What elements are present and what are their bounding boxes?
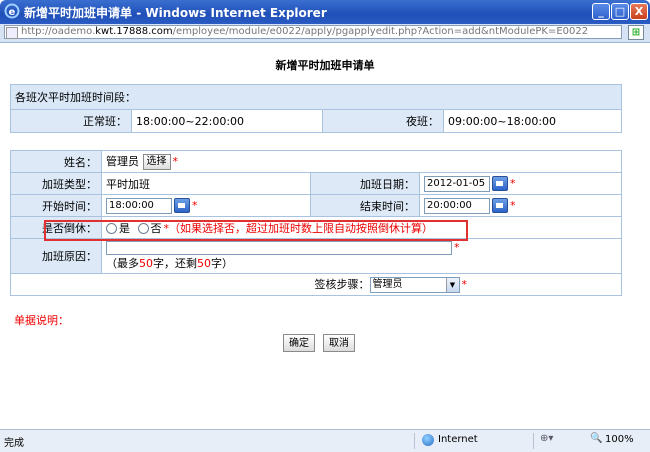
reason-remaining-count: 50 xyxy=(197,257,211,270)
chevron-down-icon: ▼ xyxy=(445,278,459,292)
required-mark: * xyxy=(510,176,516,190)
select-user-button[interactable]: 选择 xyxy=(142,154,171,170)
protected-mode-icon[interactable]: ⊕▾ xyxy=(540,433,553,444)
url-prefix: http://oademo. xyxy=(21,26,96,37)
start-time-cell: 18:00:00 * xyxy=(101,194,311,217)
type-value: 平时加班 xyxy=(101,172,311,195)
start-time-input[interactable]: 18:00:00 xyxy=(106,197,172,214)
window-title-main: 新增平时加班申请单 xyxy=(24,6,133,20)
window-title: 新增平时加班申请单 - Windows Internet Explorer xyxy=(24,4,327,21)
date-cell: 2012-01-05 * xyxy=(419,172,622,195)
approval-select-value: 管理员 xyxy=(372,279,403,290)
approval-label: 签核步骤： xyxy=(314,278,370,291)
night-shift-label: 夜班： xyxy=(322,109,444,133)
url-field[interactable]: http://oademo.kwt.17888.com/employee/mod… xyxy=(4,25,622,39)
status-text: 完成 xyxy=(4,438,24,449)
reason-label: 加班原因： xyxy=(10,238,102,274)
address-bar: http://oademo.kwt.17888.com/employee/mod… xyxy=(0,24,650,43)
title-bar: e 新增平时加班申请单 - Windows Internet Explorer … xyxy=(0,0,650,24)
approval-select[interactable]: 管理员 ▼ xyxy=(369,277,460,293)
minimize-button[interactable]: _ xyxy=(592,3,610,20)
cancel-button[interactable]: 取消 xyxy=(323,334,355,352)
name-value: 管理员 xyxy=(106,155,139,168)
document-note-label: 单据说明： xyxy=(14,314,69,327)
required-mark: * xyxy=(510,198,516,212)
url-host: kwt.17888.com xyxy=(95,26,173,37)
reason-hint-prefix: （最多 xyxy=(106,257,139,270)
highlight-box xyxy=(44,220,468,241)
date-label: 加班日期： xyxy=(310,172,420,195)
globe-icon xyxy=(422,434,434,446)
normal-shift-label: 正常班： xyxy=(10,109,132,133)
required-mark: * xyxy=(172,155,179,168)
page-icon xyxy=(6,27,18,39)
start-time-label: 开始时间： xyxy=(10,194,102,217)
type-label: 加班类型： xyxy=(10,172,102,195)
zoom-icon[interactable]: 🔍 xyxy=(590,433,602,444)
status-bar: 完成 Internet ⊕▾ 🔍 100% xyxy=(0,429,650,452)
name-cell: 管理员 选择 * xyxy=(101,150,622,173)
approval-cell: 签核步骤： 管理员 ▼ * xyxy=(310,273,622,296)
end-time-input[interactable]: 20:00:00 xyxy=(424,197,490,214)
required-mark: * xyxy=(454,241,460,254)
zoom-level[interactable]: 100% xyxy=(605,434,634,445)
compat-view-icon[interactable]: ⊞ xyxy=(628,25,644,40)
maximize-button[interactable]: □ xyxy=(611,3,629,20)
required-mark: * xyxy=(461,278,468,291)
reason-hint-suffix: 字） xyxy=(211,257,233,270)
page-content: 新增平时加班申请单 各班次平时加班时间段： 正常班： 18:00:00~22:0… xyxy=(4,43,646,429)
window-title-app: - Windows Internet Explorer xyxy=(132,6,327,20)
status-divider xyxy=(533,433,534,449)
status-divider xyxy=(414,433,415,449)
calendar-icon[interactable] xyxy=(492,198,508,213)
page-title: 新增平时加班申请单 xyxy=(275,59,375,72)
normal-shift-value: 18:00:00~22:00:00 xyxy=(131,109,323,133)
reason-input[interactable] xyxy=(106,241,452,255)
reason-hint-middle: 字，还剩 xyxy=(153,257,197,270)
close-button[interactable]: X xyxy=(630,3,648,20)
svg-text:e: e xyxy=(9,7,16,18)
end-time-label: 结束时间： xyxy=(310,194,420,217)
ie-logo-icon: e xyxy=(4,3,20,19)
date-input[interactable]: 2012-01-05 xyxy=(424,175,490,192)
url-path: /employee/module/e0022/apply/pgapplyedit… xyxy=(172,26,589,37)
reason-max-count: 50 xyxy=(139,257,153,270)
shift-header: 各班次平时加班时间段： xyxy=(10,84,622,110)
confirm-button[interactable]: 确定 xyxy=(283,334,315,352)
name-label: 姓名： xyxy=(10,150,102,173)
reason-cell: * （最多50字，还剩50字） xyxy=(101,238,622,274)
shift-table: 各班次平时加班时间段： 正常班： 18:00:00~22:00:00 夜班： 0… xyxy=(10,84,622,133)
end-time-cell: 20:00:00 * xyxy=(419,194,622,217)
approval-spacer xyxy=(10,273,311,296)
security-zone: Internet xyxy=(438,434,478,445)
reason-hint: （最多50字，还剩50字） xyxy=(106,257,233,270)
night-shift-value: 09:00:00~18:00:00 xyxy=(443,109,622,133)
required-mark: * xyxy=(192,198,198,212)
ie-window: e 新增平时加班申请单 - Windows Internet Explorer … xyxy=(0,0,650,452)
calendar-icon[interactable] xyxy=(492,176,508,191)
calendar-icon[interactable] xyxy=(174,198,190,213)
